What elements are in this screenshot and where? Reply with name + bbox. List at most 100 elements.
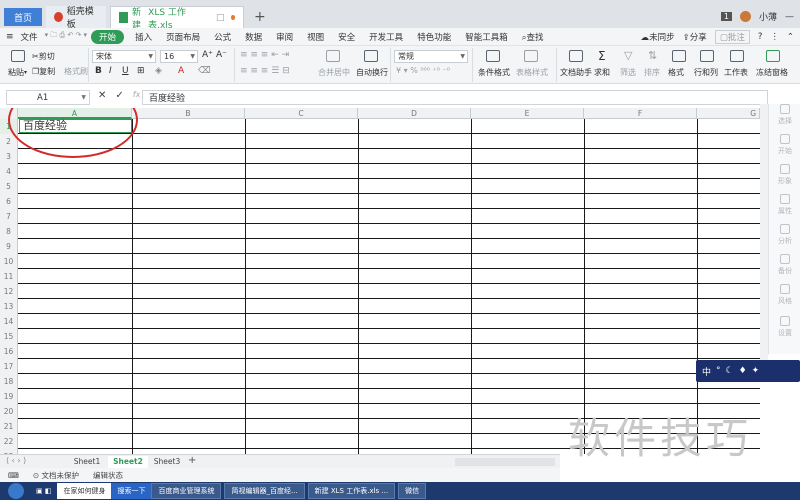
row-col-button[interactable]: 行和列: [694, 67, 718, 78]
sync-button[interactable]: ☁未同步: [641, 31, 675, 43]
font-name-select[interactable]: 宋体 ▼: [92, 50, 156, 63]
conditional-format-icon[interactable]: [486, 50, 500, 62]
taskbar-icons[interactable]: ▣ ◧: [30, 483, 57, 499]
row-header[interactable]: 3: [0, 149, 18, 164]
fx-icon[interactable]: fx: [133, 90, 141, 101]
sheet-tab-1[interactable]: Sheet1: [66, 456, 108, 468]
menu-smart-tools[interactable]: 智能工具箱: [458, 31, 515, 43]
menu-security[interactable]: 安全: [331, 31, 362, 43]
underline-icon[interactable]: U: [122, 66, 129, 76]
horizontal-scrollbar[interactable]: [455, 458, 555, 466]
taskbar-item[interactable]: 在家如何健身: [57, 483, 112, 499]
row-header[interactable]: 17: [0, 359, 18, 374]
doc-helper-button[interactable]: 文档助手: [560, 67, 592, 78]
menu-file[interactable]: 文件: [14, 31, 45, 43]
grow-font-icon[interactable]: A⁺: [202, 50, 213, 60]
row-header[interactable]: 4: [0, 164, 18, 179]
sort-button[interactable]: 排序: [644, 67, 660, 78]
row-header[interactable]: 11: [0, 269, 18, 284]
ime-punct-icon[interactable]: °: [716, 366, 721, 376]
doc-helper-icon[interactable]: [569, 50, 583, 62]
side-item-analysis[interactable]: 分析: [769, 224, 800, 246]
tab-wps-template[interactable]: 稻壳模板: [46, 6, 106, 30]
confirm-icon[interactable]: ✓: [115, 90, 123, 101]
sheet-tab-3[interactable]: Sheet3: [148, 456, 186, 468]
menu-data[interactable]: 数据: [238, 31, 269, 43]
cond-format-button[interactable]: 条件格式: [478, 67, 510, 78]
sum-button[interactable]: 求和: [594, 67, 610, 78]
side-item-settings[interactable]: 设置: [769, 316, 800, 338]
taskbar-item[interactable]: 百度商业管理系统: [151, 483, 222, 499]
table-style-button[interactable]: 表格样式: [516, 67, 548, 78]
number-format-select[interactable]: 常规 ▼: [394, 50, 468, 63]
format-icon[interactable]: [672, 50, 686, 62]
worksheet-button[interactable]: 工作表: [724, 67, 748, 78]
side-item-backup[interactable]: 备份: [769, 254, 800, 276]
menu-insert[interactable]: 插入: [128, 31, 159, 43]
menu-features[interactable]: 特色功能: [410, 31, 458, 43]
filter-button[interactable]: 筛选: [620, 67, 636, 78]
moon-icon[interactable]: ☾: [726, 366, 734, 376]
paste-icon[interactable]: [11, 50, 25, 62]
add-sheet-button[interactable]: +: [188, 455, 196, 466]
font-color-icon[interactable]: A: [178, 66, 184, 76]
cut-button[interactable]: ✂ 剪切: [32, 51, 55, 62]
bold-icon[interactable]: B: [95, 66, 102, 76]
settings-icon[interactable]: ✦: [752, 366, 760, 376]
row-header[interactable]: 21: [0, 419, 18, 434]
doc-protect-status[interactable]: ⊙ 文档未保护: [33, 470, 79, 481]
cancel-icon[interactable]: ✕: [98, 90, 106, 101]
spreadsheet-grid[interactable]: A B C D E F G 1 2 3 4 5 6 7 8 9 10 11 12 13 14 15 16 17 1…: [0, 108, 760, 454]
auto-wrap-button[interactable]: 自动换行: [356, 67, 388, 78]
column-header[interactable]: B: [132, 108, 245, 119]
row-header[interactable]: 14: [0, 314, 18, 329]
hamburger-icon[interactable]: ≡: [6, 32, 14, 42]
merge-center-icon[interactable]: [326, 50, 340, 62]
taskbar-item[interactable]: 简视编辑器_百度经...: [224, 483, 305, 499]
user-name[interactable]: 小薄: [759, 10, 777, 23]
row-header[interactable]: 20: [0, 404, 18, 419]
clear-format-icon[interactable]: ⌫: [198, 66, 211, 76]
vertical-scrollbar[interactable]: [760, 104, 768, 360]
align-left-icons[interactable]: ≡ ≡ ≡ ☰ ⊟: [240, 66, 290, 76]
format-painter-button[interactable]: 格式刷: [64, 66, 88, 77]
column-header[interactable]: C: [245, 108, 358, 119]
filter-icon[interactable]: ▽: [624, 49, 632, 62]
restore-icon[interactable]: □: [216, 13, 225, 23]
shirt-icon[interactable]: ♦: [739, 366, 747, 376]
merge-center-button[interactable]: 合并居中: [318, 67, 350, 78]
menu-formulas[interactable]: 公式: [207, 31, 238, 43]
menu-review[interactable]: 审阅: [269, 31, 300, 43]
format-button[interactable]: 格式: [668, 67, 684, 78]
column-header[interactable]: G: [697, 108, 760, 119]
menu-page-layout[interactable]: 页面布局: [159, 31, 207, 43]
menu-home[interactable]: 开始: [91, 29, 125, 44]
column-header[interactable]: D: [358, 108, 471, 119]
border-icon[interactable]: ⊞: [137, 66, 145, 76]
taskbar-item[interactable]: 微信: [398, 483, 427, 499]
taskbar-search[interactable]: 搜索一下: [111, 483, 152, 499]
row-header[interactable]: 7: [0, 209, 18, 224]
worksheet-icon[interactable]: [730, 50, 744, 62]
table-style-icon[interactable]: [524, 50, 538, 62]
side-item-select[interactable]: 选择: [769, 104, 800, 126]
row-header[interactable]: 19: [0, 389, 18, 404]
row-header[interactable]: 8: [0, 224, 18, 239]
start-button[interactable]: [8, 483, 24, 499]
row-header[interactable]: 18: [0, 374, 18, 389]
ime-toolbar[interactable]: 中 ° ☾ ♦ ✦: [696, 360, 800, 382]
row-col-icon[interactable]: [700, 50, 714, 62]
name-box[interactable]: A1 ▼: [6, 90, 90, 105]
sum-icon[interactable]: Σ: [598, 49, 606, 63]
menu-search[interactable]: ⌕查找: [515, 31, 551, 43]
align-top-icons[interactable]: ≡ ≡ ≡ ⇤ ⇥: [240, 50, 289, 60]
sheet-tab-2[interactable]: Sheet2: [108, 456, 148, 468]
side-item-style[interactable]: 风格: [769, 284, 800, 306]
menu-view[interactable]: 视图: [300, 31, 331, 43]
freeze-panes-icon[interactable]: [766, 50, 780, 62]
ime-language[interactable]: 中: [702, 365, 711, 378]
font-size-select[interactable]: 16 ▼: [160, 50, 198, 63]
row-header[interactable]: 15: [0, 329, 18, 344]
side-item-shape[interactable]: 形象: [769, 164, 800, 186]
more-icon[interactable]: ⋮: [770, 32, 779, 42]
